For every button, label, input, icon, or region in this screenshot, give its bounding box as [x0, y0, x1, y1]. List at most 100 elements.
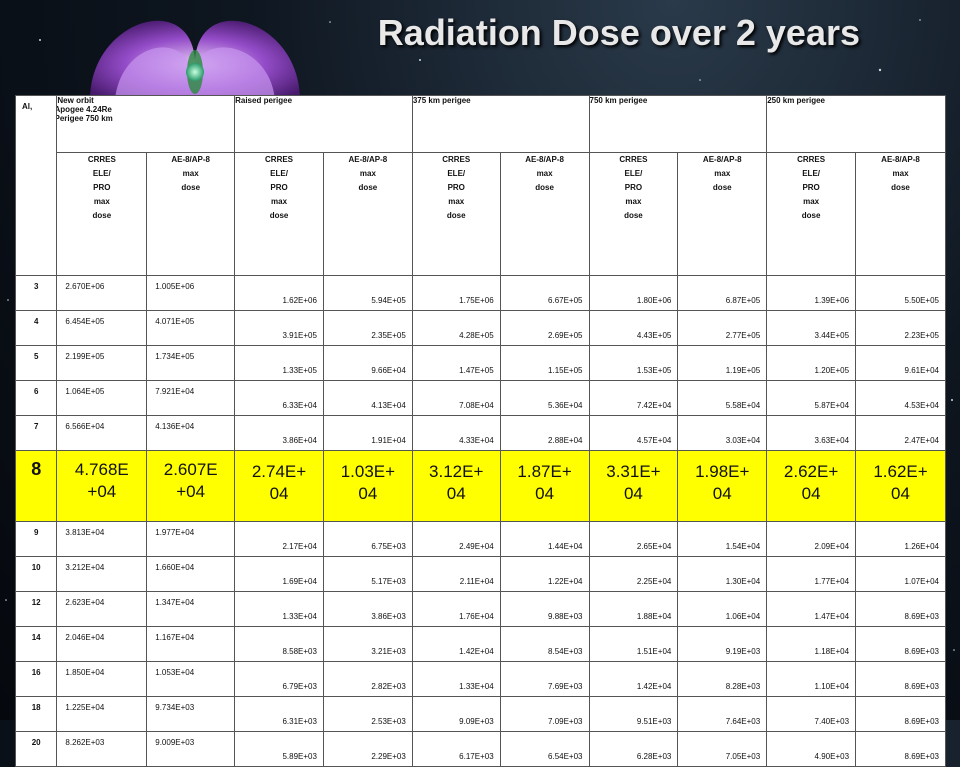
- dose-cell: 1.26E+04: [855, 521, 946, 557]
- table-row: 16 1.850E+04 1.053E+04 6.79E+03 2.82E+03 1.33…: [14, 661, 946, 697]
- dose-cell: 1.660E+04: [146, 556, 236, 592]
- dose-cell: 8.58E+03: [234, 626, 324, 662]
- dose-cell: 1.53E+05: [588, 345, 679, 381]
- dose-cell-part: 04: [269, 484, 289, 503]
- subheader-line: CRRES: [619, 155, 648, 164]
- dose-cell: 8.69E+03: [855, 591, 946, 627]
- dose-cell-part: 1.98E+: [695, 462, 750, 481]
- subheader-line: AE-8/AP-8: [525, 155, 564, 164]
- dose-cell: 1.19E+05: [677, 345, 768, 381]
- dose-cell: 7.05E+03: [677, 731, 768, 767]
- subheader-ae8: AE-8/AP-8 max dose: [146, 152, 236, 276]
- group-header-line: New orbit: [57, 96, 94, 106]
- dose-cell: 2.69E+05: [499, 310, 590, 346]
- dose-cell: 3.212E+04: [56, 556, 148, 592]
- aluminum-thickness-cell: 18: [14, 696, 58, 732]
- subheader-line: PRO: [270, 183, 288, 192]
- dose-cell: 5.58E+04: [677, 380, 768, 416]
- aluminum-thickness-cell: 4: [14, 310, 58, 346]
- dose-cell: 1.42E+04: [411, 626, 501, 662]
- group-header-250km: 250 km perigee: [766, 95, 946, 153]
- aluminum-thickness-cell: 6: [14, 380, 58, 416]
- dose-cell: 3.44E+05: [766, 310, 857, 346]
- dose-cell: 3.31E+ 04: [588, 450, 679, 522]
- dose-cell: 5.50E+05: [855, 275, 946, 311]
- dose-cell-part: +04: [176, 482, 206, 501]
- dose-cell: 9.51E+03: [588, 696, 679, 732]
- dose-cell: 6.566E+04: [56, 415, 148, 451]
- dose-cell: 3.813E+04: [56, 521, 148, 557]
- dose-cell: 1.03E+ 04: [322, 450, 413, 522]
- dose-cell: 6.79E+03: [234, 661, 324, 697]
- dose-cell: 1.20E+05: [766, 345, 857, 381]
- dose-cell: 6.454E+05: [56, 310, 148, 346]
- aluminum-thickness-cell: 7: [14, 415, 58, 451]
- dose-cell: 7.40E+03: [766, 696, 857, 732]
- dose-cell: 1.734E+05: [146, 345, 236, 381]
- dose-cell: 7.42E+04: [588, 380, 679, 416]
- table-row: 4 6.454E+05 4.071E+05 3.91E+05 2.35E+05 4.28E…: [14, 310, 946, 346]
- subheader-line: CRRES: [265, 155, 294, 164]
- dose-cell: 6.54E+03: [499, 731, 590, 767]
- subheader-line: dose: [891, 183, 910, 192]
- dose-cell: 1.88E+04: [588, 591, 679, 627]
- dose-cell: 1.69E+04: [234, 556, 324, 592]
- dose-cell: 7.69E+03: [499, 661, 590, 697]
- aluminum-thickness-cell: 8: [14, 450, 58, 522]
- subheader-line: max: [625, 197, 642, 206]
- dose-cell: 8.69E+03: [855, 626, 946, 662]
- table-row: 12 2.623E+04 1.347E+04 1.33E+04 3.86E+03 1.76…: [14, 591, 946, 627]
- aluminum-thickness-cell: 10: [14, 556, 58, 592]
- dose-cell: 1.44E+04: [499, 521, 590, 557]
- dose-cell: 1.850E+04: [56, 661, 148, 697]
- dose-cell: 3.63E+04: [766, 415, 857, 451]
- group-header-new-orbit: New orbit mApogee 4.24Re mPerigee 750 km: [56, 95, 236, 153]
- dose-cell: 8.69E+03: [855, 731, 946, 767]
- dose-cell: 2.35E+05: [322, 310, 413, 346]
- dose-cell: 5.36E+04: [499, 380, 590, 416]
- dose-cell: 1.80E+06: [588, 275, 679, 311]
- dose-cell: 2.77E+05: [677, 310, 768, 346]
- dose-cell: 1.47E+04: [766, 591, 857, 627]
- dose-cell: 1.347E+04: [146, 591, 236, 627]
- group-header-375km: 375 km perigee: [411, 95, 590, 153]
- table-row: 14 2.046E+04 1.167E+04 8.58E+03 3.21E+03 1.42…: [14, 626, 946, 662]
- subheader-line: dose: [92, 211, 112, 220]
- dose-cell: 1.167E+04: [146, 626, 236, 662]
- subheader-line: CRRES: [797, 155, 826, 164]
- radiation-dose-table: Al, New orbit mApogee 4.24Re mPerigee 75…: [14, 95, 946, 767]
- dose-cell: 1.75E+06: [411, 275, 501, 311]
- dose-cell: 3.21E+03: [322, 626, 413, 662]
- group-header-line-text: Perigee 750 km: [56, 114, 113, 123]
- subheader-line: ELE/: [92, 169, 111, 178]
- group-header-raised-perigee: Raised perigee: [234, 95, 413, 153]
- dose-cell-part: 3.31E+: [606, 462, 661, 481]
- dose-cell: 4.13E+04: [322, 380, 413, 416]
- subheader-line: dose: [181, 183, 201, 192]
- subheader-line: max: [93, 197, 110, 206]
- subheader-line: dose: [535, 183, 554, 192]
- aluminum-thickness-cell: 14: [14, 626, 58, 662]
- dose-cell: 4.768E +04: [56, 450, 148, 522]
- dose-cell: 6.67E+05: [499, 275, 590, 311]
- dose-cell: 6.28E+03: [588, 731, 679, 767]
- dose-cell: 7.921E+04: [146, 380, 236, 416]
- subheader-line: max: [448, 197, 465, 206]
- dose-cell: 3.86E+03: [322, 591, 413, 627]
- dose-cell: 2.17E+04: [234, 521, 324, 557]
- table-row: 18 1.225E+04 9.734E+03 6.31E+03 2.53E+03 9.09…: [14, 696, 946, 732]
- dose-cell: 2.670E+06: [56, 275, 148, 311]
- dose-cell: 2.53E+03: [322, 696, 413, 732]
- aluminum-thickness-cell: 20: [14, 731, 58, 767]
- dose-cell-part: 04: [623, 484, 643, 503]
- dose-cell: 6.17E+03: [411, 731, 501, 767]
- subheader-crres: CRRES ELE/PRO max dose: [588, 152, 679, 276]
- aluminum-thickness-cell: 9: [14, 521, 58, 557]
- dose-cell: 1.42E+04: [588, 661, 679, 697]
- table-row-highlighted: 8 4.768E +04 2.607E +04 2.74E+ 04 1.03E+ 04 3.12E…: [14, 450, 946, 522]
- dose-cell: 1.30E+04: [677, 556, 768, 592]
- dose-cell: 1.33E+04: [411, 661, 501, 697]
- group-header-750km: 750 km perigee: [588, 95, 768, 153]
- dose-cell: 9.61E+04: [855, 345, 946, 381]
- dose-cell: 3.86E+04: [234, 415, 324, 451]
